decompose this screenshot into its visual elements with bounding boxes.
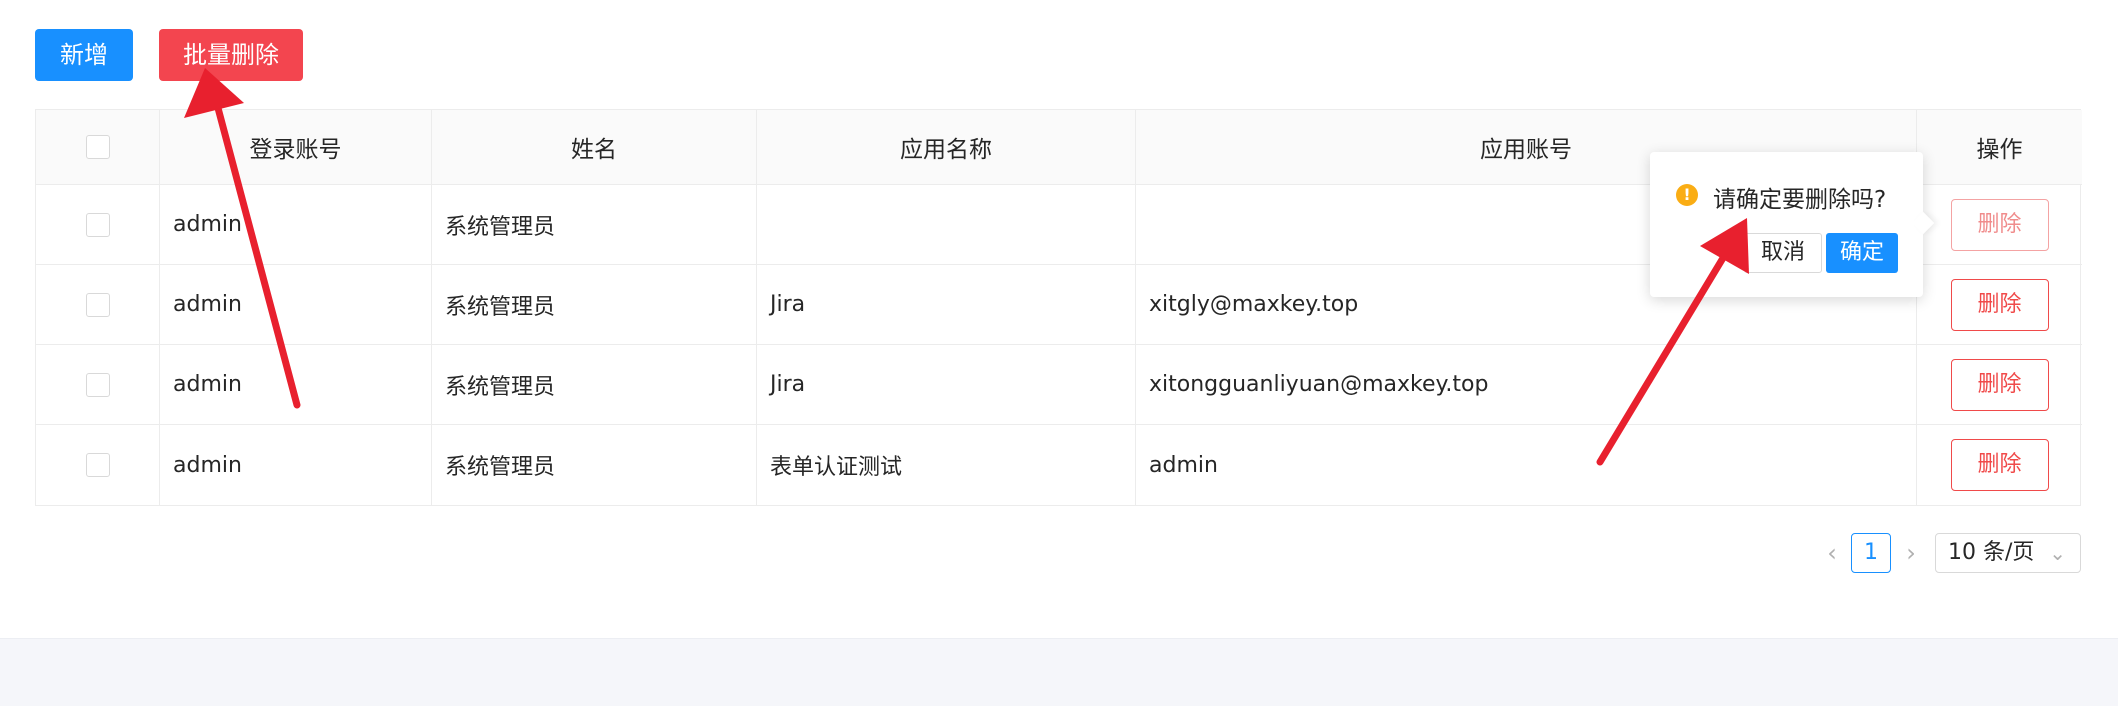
cell-name: 系统管理员 <box>432 265 757 344</box>
header-actions: 操作 <box>1976 137 2023 163</box>
row-select-cell <box>36 185 160 264</box>
cell-username: admin <box>160 345 432 424</box>
page-size-value: 10 条/页 <box>1948 540 2035 565</box>
header-app-name: 应用名称 <box>757 110 1136 184</box>
chevron-left-icon[interactable]: ‹ <box>1817 535 1847 571</box>
cell-username: admin <box>160 425 432 505</box>
delete-button[interactable]: 删除 <box>1950 278 2049 331</box>
cell-app-name: Jira <box>757 345 1136 424</box>
delete-button[interactable]: 删除 <box>1950 358 2049 411</box>
page-size-select[interactable]: 10 条/页 ⌄ <box>1935 533 2081 573</box>
row-select-cell <box>36 265 160 344</box>
row-checkbox[interactable] <box>85 212 110 237</box>
page: 新增 批量删除 登录账号 姓名 应用名称 应用账号 操作 admin 系统管理员… <box>0 0 2118 706</box>
cell-username: admin <box>160 185 432 264</box>
exclamation-circle-icon: ! <box>1676 184 1698 206</box>
cell-app-name: 表单认证测试 <box>757 425 1136 505</box>
cell-app-name: Jira <box>757 265 1136 344</box>
chevron-down-icon: ⌄ <box>2049 541 2066 565</box>
chevron-right-icon[interactable]: › <box>1896 535 1926 571</box>
header-select-all-cell <box>36 110 160 184</box>
header-username: 登录账号 <box>160 110 432 184</box>
cell-actions: 删除 <box>1917 265 2082 344</box>
table-row: admin 系统管理员 表单认证测试 admin 删除 <box>36 425 2082 505</box>
bulk-delete-button[interactable]: 批量删除 <box>159 29 303 81</box>
table-row: admin 系统管理员 Jira xitongguanliyuan@maxkey… <box>36 345 2082 425</box>
popconfirm-cancel-button[interactable]: 取消 <box>1744 233 1822 273</box>
row-select-cell <box>36 425 160 505</box>
pagination-page-1[interactable]: 1 <box>1851 533 1891 573</box>
cell-app-account: admin <box>1136 425 1917 505</box>
cell-username: admin <box>160 265 432 344</box>
popconfirm-ok-button[interactable]: 确定 <box>1826 233 1898 273</box>
cell-app-name <box>757 185 1136 264</box>
header-name: 姓名 <box>432 110 757 184</box>
select-all-checkbox[interactable] <box>85 135 110 159</box>
cell-app-account: xitongguanliyuan@maxkey.top <box>1136 345 1917 424</box>
cell-actions: 删除 <box>1917 345 2082 424</box>
row-checkbox[interactable] <box>85 292 110 317</box>
cell-name: 系统管理员 <box>432 425 757 505</box>
row-select-cell <box>36 345 160 424</box>
delete-button[interactable]: 删除 <box>1950 198 2049 251</box>
cell-actions: 删除 <box>1917 425 2082 505</box>
delete-popconfirm: ! 请确定要删除吗? 取消 确定 <box>1650 152 1935 297</box>
popconfirm-message: 请确定要删除吗? <box>1713 187 1887 213</box>
add-button[interactable]: 新增 <box>35 29 133 81</box>
row-checkbox[interactable] <box>85 453 110 477</box>
cell-actions: 删除 <box>1917 185 2082 264</box>
delete-button[interactable]: 删除 <box>1950 439 2049 491</box>
row-checkbox[interactable] <box>85 372 110 397</box>
cell-name: 系统管理员 <box>432 345 757 424</box>
footer-background <box>0 638 2118 706</box>
cell-name: 系统管理员 <box>432 185 757 264</box>
